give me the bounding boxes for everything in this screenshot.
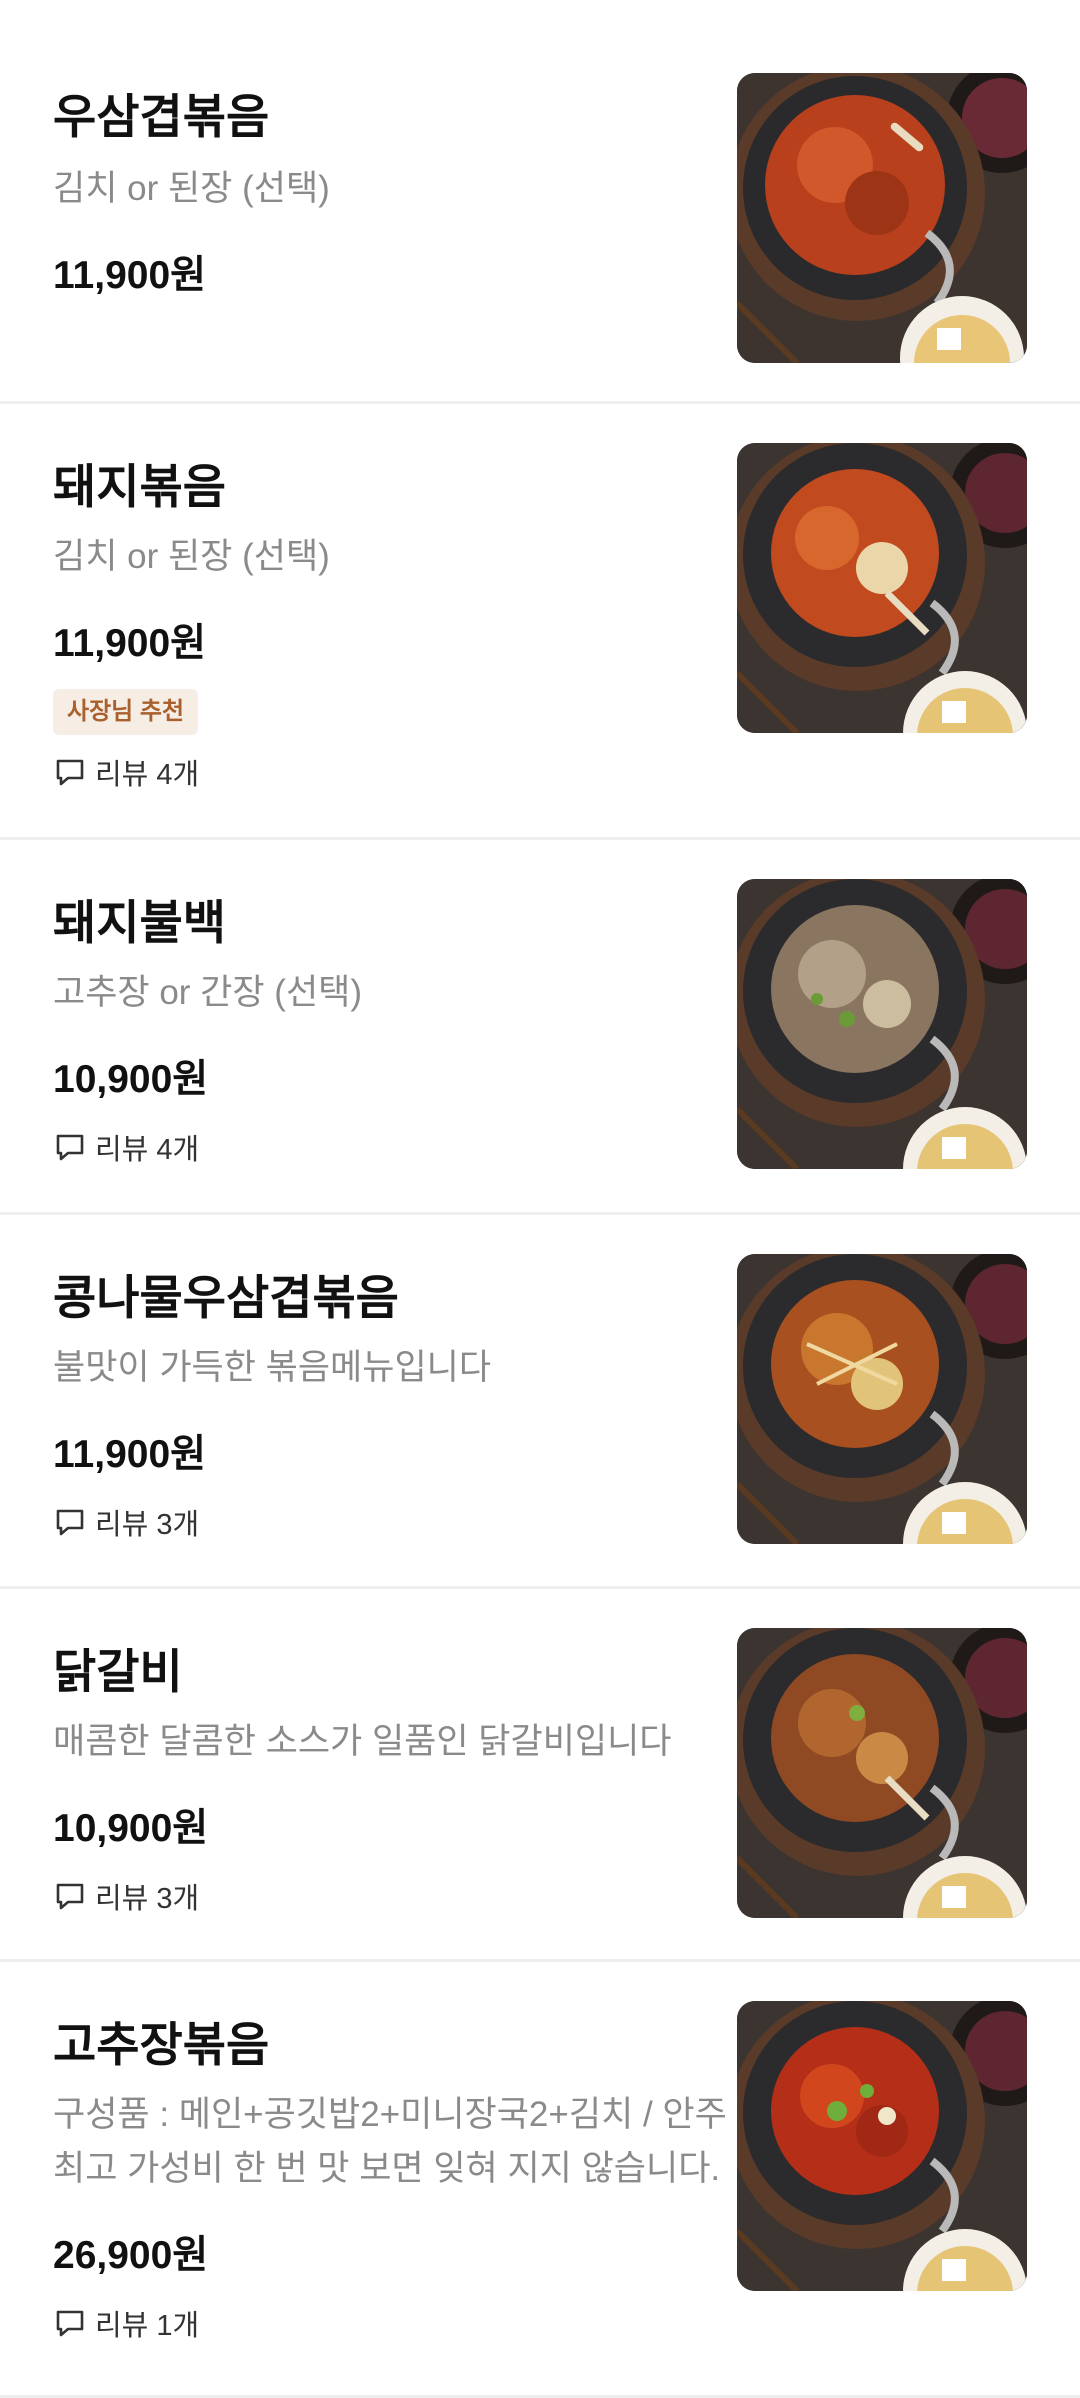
menu-item-description: 김치 or 된장 (선택) <box>53 537 330 576</box>
menu-item-description: 김치 or 된장 (선택) <box>53 169 330 208</box>
owner-recommend-badge: 사장님 추천 <box>53 689 199 735</box>
food-photo-illustration <box>737 879 1027 1169</box>
food-photo[interactable] <box>737 2001 1027 2291</box>
menu-item-woosamgyeop-bokkeum[interactable]: 우삼겹볶음 김치 or 된장 (선택) 11,900원 <box>0 0 1080 404</box>
menu-item-price: 11,900원 <box>53 254 207 297</box>
food-photo-illustration <box>737 443 1027 733</box>
food-photo[interactable] <box>737 443 1027 733</box>
speech-bubble-icon <box>56 1134 84 1161</box>
review-count-label: 리뷰 1개 <box>95 2310 200 2342</box>
menu-item-gochujang-bokkeum[interactable]: 고추장볶음 구성품 : 메인+공깃밥2+미니장국2+김치 / 안주 최고 가성비… <box>0 1962 1080 2398</box>
menu-item-name: 돼지볶음 <box>53 460 226 513</box>
food-photo[interactable] <box>737 879 1027 1169</box>
menu-item-name: 콩나물우삼겹볶음 <box>53 1271 399 1324</box>
menu-item-name: 돼지불백 <box>53 896 226 949</box>
review-count: 리뷰 4개 <box>53 1127 199 1167</box>
food-photo-illustration <box>737 1628 1027 1918</box>
menu-item-price: 10,900원 <box>53 1058 209 1101</box>
menu-item-description: 불맛이 가득한 볶음메뉴입니다 <box>53 1348 492 1387</box>
food-photo[interactable] <box>737 1628 1027 1918</box>
menu-item-description: 고추장 or 간장 (선택) <box>53 973 363 1012</box>
menu-item-name: 우삼겹볶음 <box>53 90 270 143</box>
food-photo[interactable] <box>737 1254 1027 1544</box>
menu-list: 우삼겹볶음 김치 or 된장 (선택) 11,900원 돼지볶음 김치 or 된… <box>0 0 1080 2398</box>
menu-item-kongnamul-woosamgyeop[interactable]: 콩나물우삼겹볶음 불맛이 가득한 볶음메뉴입니다 11,900원 리뷰 3개 <box>0 1215 1080 1589</box>
food-photo-illustration <box>737 2001 1027 2291</box>
review-count-label: 리뷰 4개 <box>95 1134 200 1166</box>
food-photo-illustration <box>737 1254 1027 1544</box>
review-count-label: 리뷰 3개 <box>95 1509 200 1541</box>
menu-item-name: 닭갈비 <box>53 1645 183 1698</box>
speech-bubble-icon <box>56 2310 84 2337</box>
speech-bubble-icon <box>56 1883 84 1910</box>
food-photo[interactable] <box>737 73 1027 363</box>
menu-item-description: 구성품 : 메인+공깃밥2+미니장국2+김치 / 안주 <box>53 2095 727 2134</box>
review-count: 리뷰 1개 <box>53 2303 199 2343</box>
menu-item-price: 26,900원 <box>53 2234 209 2277</box>
menu-item-name: 고추장볶음 <box>53 2018 270 2071</box>
review-count-label: 리뷰 4개 <box>95 759 200 791</box>
speech-bubble-icon <box>56 1509 84 1536</box>
menu-item-dwaeji-bokkeum[interactable]: 돼지볶음 김치 or 된장 (선택) 11,900원 사장님 추천 리뷰 4개 <box>0 404 1080 840</box>
review-count-label: 리뷰 3개 <box>95 1883 200 1915</box>
review-count: 리뷰 4개 <box>53 752 199 792</box>
speech-bubble-icon <box>56 759 84 786</box>
menu-item-description: 매콤한 달콤한 소스가 일품인 닭갈비입니다 <box>53 1722 672 1761</box>
menu-item-price: 10,900원 <box>53 1807 209 1850</box>
menu-item-dwaeji-bulbaek[interactable]: 돼지불백 고추장 or 간장 (선택) 10,900원 리뷰 4개 <box>0 840 1080 1215</box>
review-count: 리뷰 3개 <box>53 1876 199 1916</box>
food-photo-illustration <box>737 73 1027 363</box>
menu-item-price: 11,900원 <box>53 622 207 665</box>
menu-item-dakgalbi[interactable]: 닭갈비 매콤한 달콤한 소스가 일품인 닭갈비입니다 10,900원 리뷰 3개 <box>0 1589 1080 1962</box>
review-count: 리뷰 3개 <box>53 1502 199 1542</box>
menu-item-description-line-2: 최고 가성비 한 번 맛 보면 잊혀 지지 않습니다. <box>53 2149 721 2188</box>
menu-item-price: 11,900원 <box>53 1433 207 1476</box>
